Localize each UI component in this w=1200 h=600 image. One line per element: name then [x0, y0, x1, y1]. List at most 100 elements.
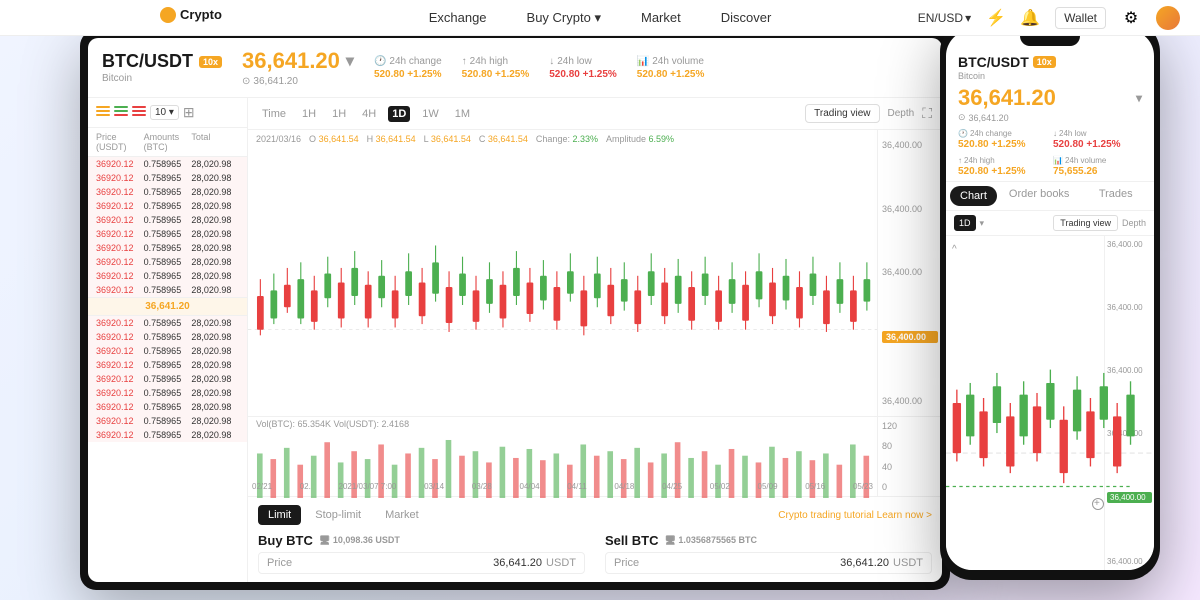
sell-title: Sell BTC 🖥 1.0356875565 BTC [605, 533, 932, 548]
tablet-body: 10 ▾ ⊞ Price(USDT) Amounts(BTC) Total 36… [88, 98, 942, 582]
wallet-button[interactable]: Wallet [1055, 7, 1106, 29]
table-row[interactable]: 36920.120.75896528,020.98 [88, 255, 247, 269]
chart-panel: Time 1H 1H 4H 1D 1W 1M Trading view Dept… [248, 98, 942, 582]
chart-high: H 36,641.54 [367, 134, 416, 144]
phone-screen: BTC/USDT 10x Bitcoin 36,641.20 ▾ ⊙36,641… [946, 30, 1154, 570]
phone-chart-tabs: Chart Order books Trades [946, 182, 1154, 211]
user-avatar[interactable] [1156, 6, 1180, 30]
table-row[interactable]: 36920.120.75896528,020.98 [88, 330, 247, 344]
stat-high-value: 520.80 +1.25% [462, 69, 530, 80]
fullscreen-icon[interactable]: ⛶ [922, 105, 932, 122]
trade-tabs: Limit Stop-limit Market Crypto trading t… [258, 505, 932, 525]
svg-text:Crypto: Crypto [180, 7, 222, 22]
table-row[interactable]: 36920.120.75896528,020.98 [88, 157, 247, 171]
table-row[interactable]: 36920.120.75896528,020.98 [88, 199, 247, 213]
table-row[interactable]: 36920.120.75896528,020.98 [88, 414, 247, 428]
nav-item-buy-crypto[interactable]: Buy Crypto ▾ [527, 10, 601, 26]
lightning-icon[interactable]: ⚡ [987, 9, 1005, 27]
tablet-header: BTC/USDT 10x Bitcoin 36,641.20 ▾ ⊙36,641… [88, 38, 942, 98]
orderbook-headers: Price(USDT) Amounts(BTC) Total [88, 128, 247, 157]
table-row[interactable]: 36920.120.75896528,020.98 [88, 213, 247, 227]
stat-high: ↑ 24h high 520.80 +1.25% [462, 56, 530, 80]
depth-button[interactable]: Depth [888, 108, 915, 119]
table-row[interactable]: 36920.120.75896528,020.98 [88, 358, 247, 372]
current-price-tag: 36,400.00 [882, 331, 938, 343]
phone-crosshair[interactable] [1092, 498, 1104, 510]
phone-time-controls: 1D ▾ Trading view Depth [946, 211, 1154, 236]
nav-item-exchange[interactable]: Exchange [429, 10, 487, 25]
orderbook-mid-price: 36,641.20 [88, 297, 247, 316]
chart-open: O 36,641.54 [309, 134, 359, 144]
table-row[interactable]: 36920.120.75896528,020.98 [88, 400, 247, 414]
sell-section: Sell BTC 🖥 1.0356875565 BTC Price 36,641… [605, 533, 932, 574]
language-selector[interactable]: EN/USD ▾ [918, 11, 971, 25]
date-labels: 02/21 02. 2021/03/07 7:00 03/14 03/28 04… [248, 476, 877, 496]
nav-item-discover[interactable]: Discover [721, 10, 772, 25]
phone-tab-trades[interactable]: Trades [1077, 182, 1154, 210]
time-btn-1d[interactable]: 1D [388, 106, 410, 122]
ob-buy-icon[interactable] [114, 106, 128, 120]
pair-title: BTC/USDT 10x Bitcoin [102, 51, 222, 84]
ob-depth-select[interactable]: 10 ▾ [150, 105, 179, 120]
table-row[interactable]: 36920.120.75896528,020.98 [88, 241, 247, 255]
trade-tab-market[interactable]: Market [375, 505, 429, 525]
table-row[interactable]: 36920.120.75896528,020.98 [88, 386, 247, 400]
phone-stat-high-value: 520.80 +1.25% [958, 166, 1047, 177]
current-price: 36,641.20 ▾ [242, 48, 354, 74]
buy-sell-row: Buy BTC 🖥 10,098.36 USDT Price 36,641.20… [258, 533, 932, 574]
price-sub: ⊙36,641.20 [242, 76, 354, 87]
trade-tab-stop-limit[interactable]: Stop-limit [305, 505, 371, 525]
buy-price-input[interactable]: Price 36,641.20 USDT [258, 552, 585, 574]
time-btn-1h-1[interactable]: 1H [298, 106, 320, 122]
table-row[interactable]: 36920.120.75896528,020.98 [88, 185, 247, 199]
tablet-screen: BTC/USDT 10x Bitcoin 36,641.20 ▾ ⊙36,641… [88, 38, 942, 582]
time-btn-1h-2[interactable]: 1H [328, 106, 350, 122]
order-book-panel: 10 ▾ ⊞ Price(USDT) Amounts(BTC) Total 36… [88, 98, 248, 582]
phone-stat-change: 🕐 24h change 520.80 +1.25% [958, 129, 1047, 150]
stat-low-value: 520.80 +1.25% [549, 69, 617, 80]
nav-item-market[interactable]: Market [641, 10, 681, 25]
price-scale: 36,400.00 36,400.00 36,400.00 36,400.00 … [877, 130, 942, 416]
stat-change-value: 520.80 +1.25% [374, 69, 442, 80]
ob-both-icon[interactable] [96, 106, 110, 120]
table-row[interactable]: 36920.120.75896528,020.98 [88, 372, 247, 386]
stat-low: ↓ 24h low 520.80 +1.25% [549, 56, 617, 80]
tutorial-link[interactable]: Crypto trading tutorial Learn now > [778, 510, 932, 521]
bell-icon[interactable]: 🔔 [1021, 9, 1039, 27]
phone-tab-chart[interactable]: Chart [950, 186, 997, 206]
table-row[interactable]: 36920.120.75896528,020.98 [88, 316, 247, 330]
ob-settings-icon[interactable]: ⊞ [183, 104, 195, 121]
phone-price: 36,641.20 ▾ [958, 85, 1142, 111]
phone-time-dropdown-arrow[interactable]: ▾ [980, 218, 985, 229]
table-row[interactable]: 36920.120.75896528,020.98 [88, 344, 247, 358]
trading-view-button[interactable]: Trading view [805, 104, 879, 123]
stat-high-label: ↑ 24h high [462, 56, 530, 67]
phone-chart-area: ^ 36,400.00 36,400.00 36,400.00 36,400.0… [946, 236, 1154, 570]
time-btn-time[interactable]: Time [258, 106, 290, 122]
time-btn-1w[interactable]: 1W [418, 106, 443, 122]
phone-time-btn-1d[interactable]: 1D [954, 215, 976, 231]
phone-depth-btn[interactable]: Depth [1122, 218, 1146, 228]
ob-sell-icon[interactable] [132, 106, 146, 120]
table-row[interactable]: 36920.120.75896528,020.98 [88, 428, 247, 442]
phone-stat-volume-label: 📊 24h volume [1053, 156, 1142, 165]
phone-trading-view-btn[interactable]: Trading view [1053, 215, 1118, 231]
table-row[interactable]: 36920.120.75896528,020.98 [88, 171, 247, 185]
time-btn-1m[interactable]: 1M [451, 106, 474, 122]
table-row[interactable]: 36920.120.75896528,020.98 [88, 283, 247, 297]
phone-tab-orderbooks[interactable]: Order books [1001, 182, 1078, 210]
pair-name: BTC/USDT 10x [102, 51, 222, 72]
chart-change: Change: 2.33% [536, 134, 598, 144]
trade-tab-limit[interactable]: Limit [258, 505, 301, 525]
sell-price-input[interactable]: Price 36,641.20 USDT [605, 552, 932, 574]
price-section: 36,641.20 ▾ ⊙36,641.20 [242, 48, 354, 87]
candlestick-chart: 2021/03/16 O 36,641.54 H 36,641.54 L 36,… [248, 130, 942, 416]
trade-panel: Limit Stop-limit Market Crypto trading t… [248, 496, 942, 582]
nav-logo: Crypto [160, 5, 240, 30]
time-btn-4h[interactable]: 4H [358, 106, 380, 122]
phone-stat-change-label: 🕐 24h change [958, 129, 1047, 138]
chart-controls: Time 1H 1H 4H 1D 1W 1M Trading view Dept… [248, 98, 942, 130]
table-row[interactable]: 36920.120.75896528,020.98 [88, 227, 247, 241]
settings-icon[interactable]: ⚙ [1122, 9, 1140, 27]
table-row[interactable]: 36920.120.75896528,020.98 [88, 269, 247, 283]
